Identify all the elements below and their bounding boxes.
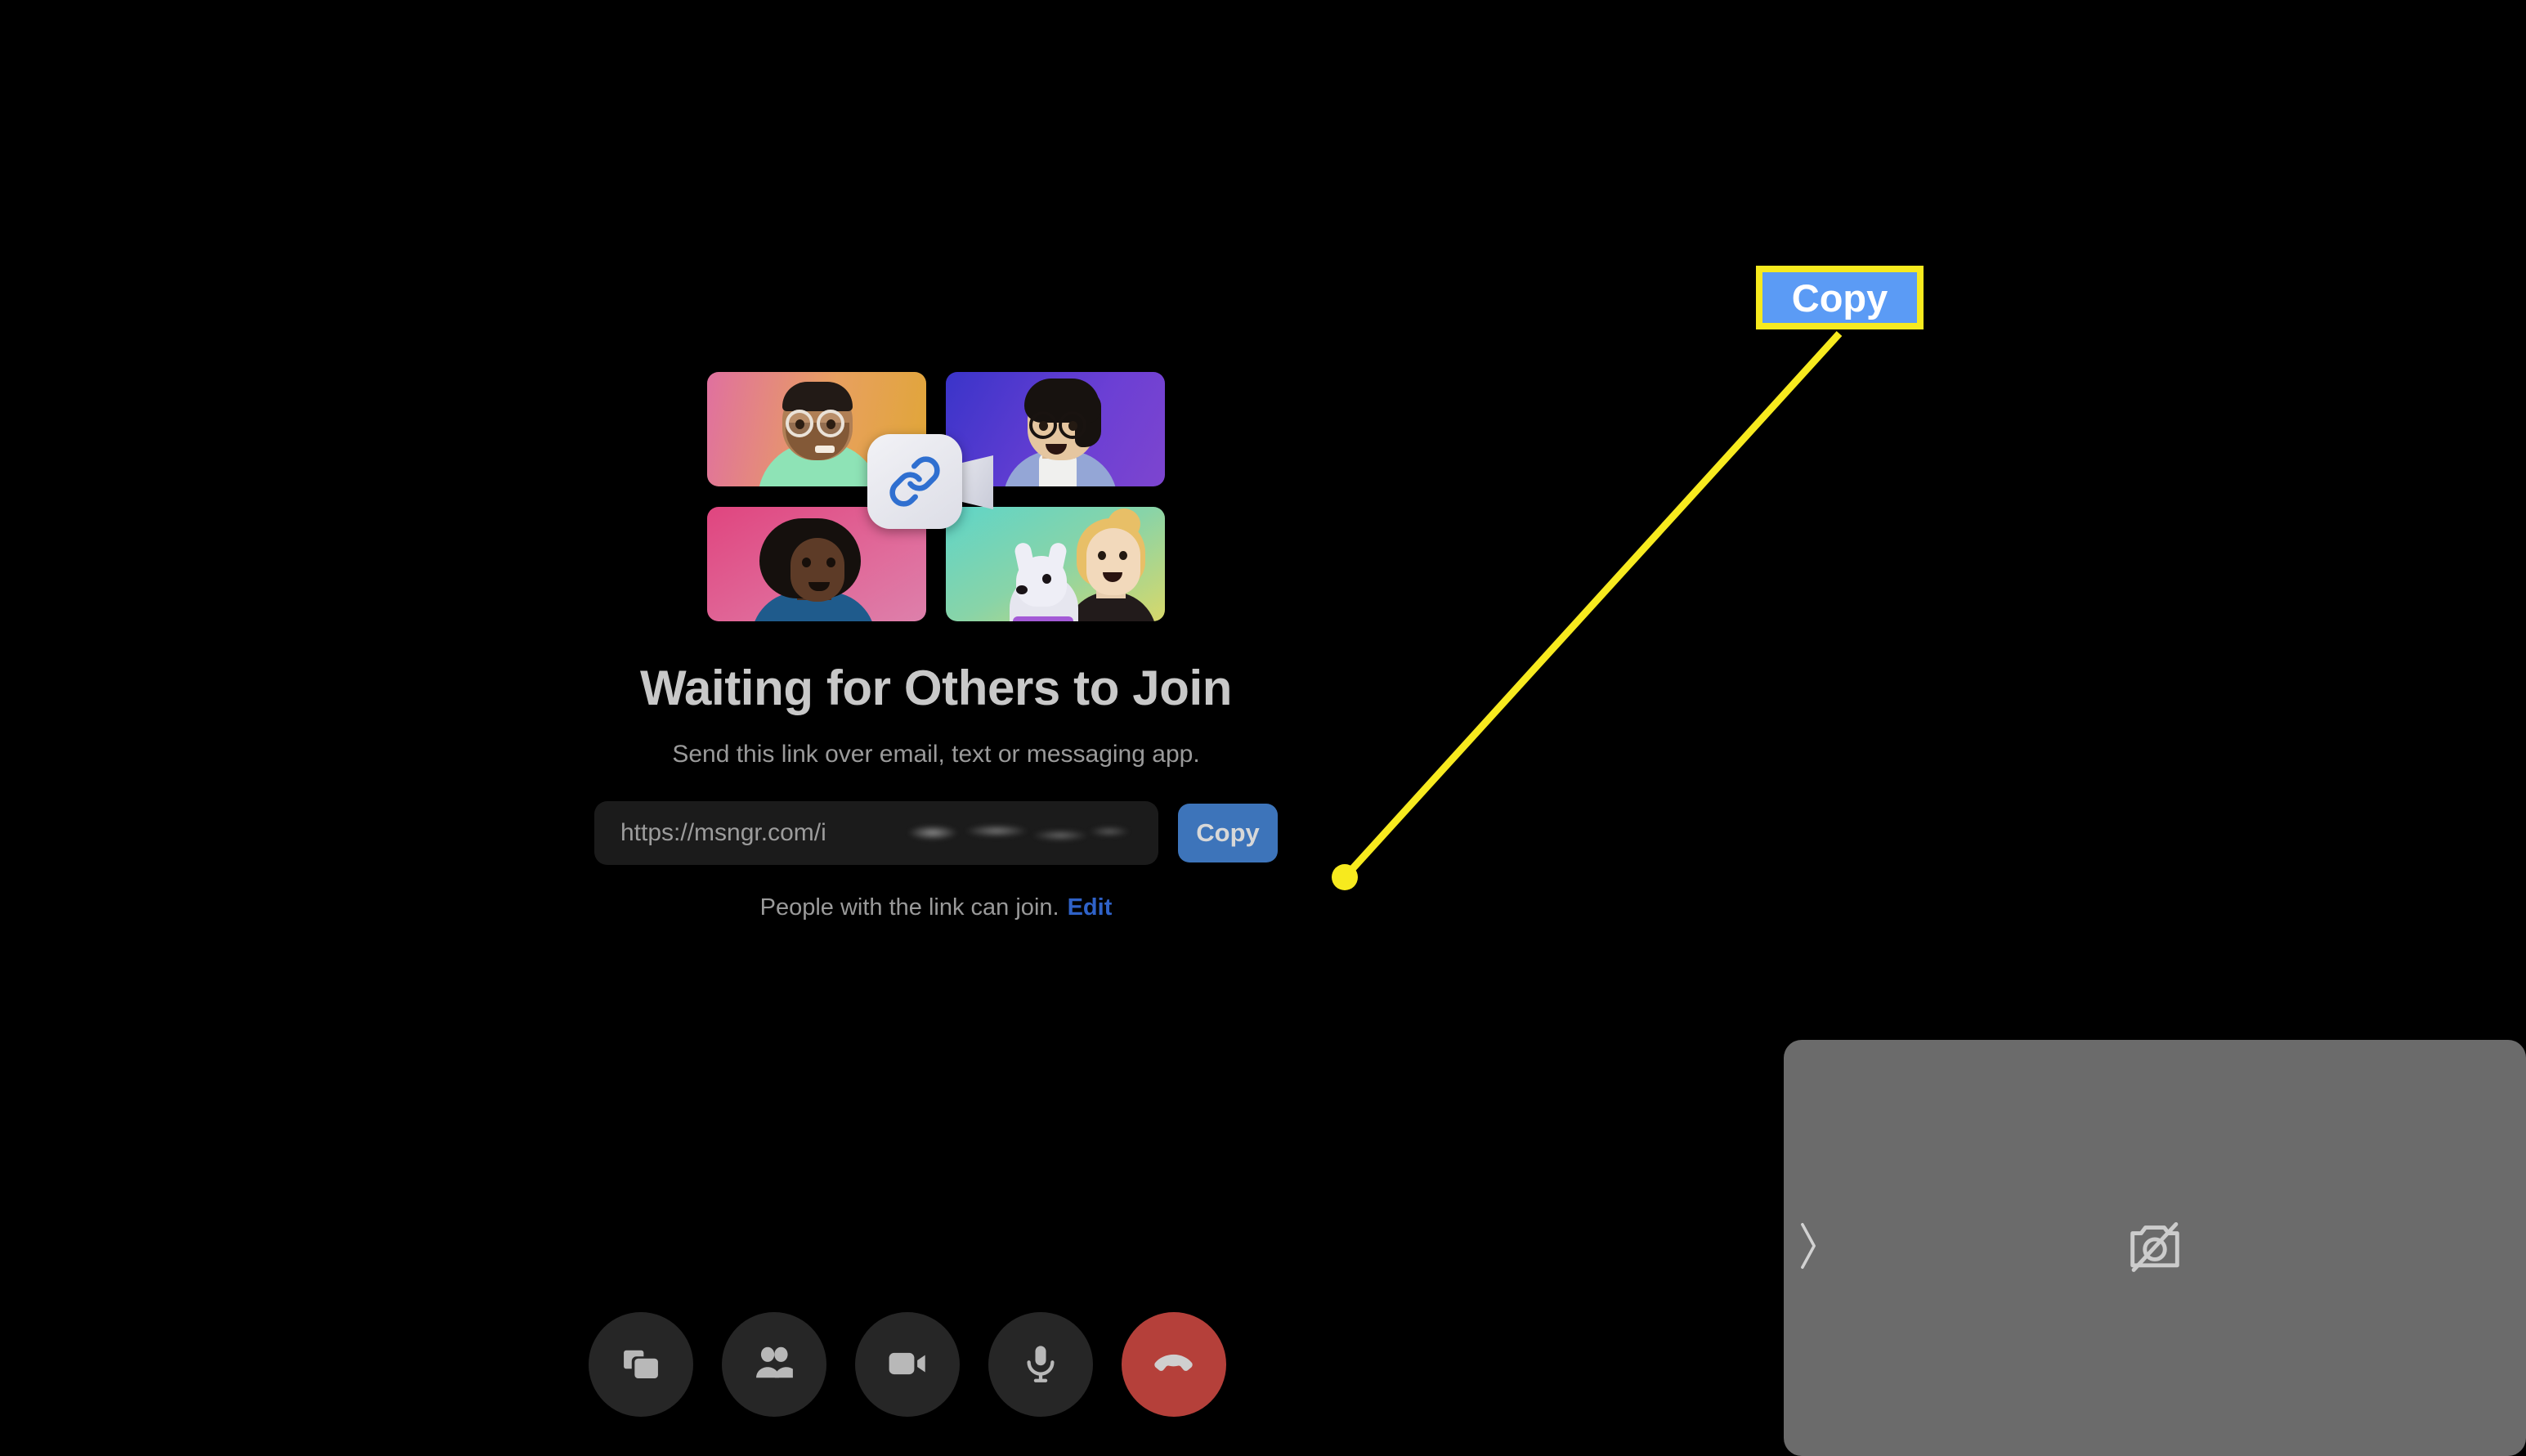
video-call-screen: Waiting for Others to Join Send this lin… [0, 0, 2526, 1456]
screen-share-icon [619, 1342, 663, 1388]
camera-off-icon [2121, 1212, 2189, 1284]
self-view-panel[interactable] [1784, 1040, 2526, 1456]
annotation-callout-copy: Copy [1756, 266, 1924, 329]
annotation-callout-label: Copy [1791, 276, 1888, 320]
share-link-row: Copy [594, 801, 1278, 865]
participants-button[interactable] [722, 1312, 826, 1417]
meeting-link-input[interactable] [594, 801, 1158, 865]
waiting-for-others-panel: Waiting for Others to Join Send this lin… [0, 372, 1872, 921]
video-camera-icon [885, 1341, 930, 1389]
link-permission-row: People with the link can join. Edit [760, 894, 1113, 921]
link-input-wrapper [594, 801, 1158, 865]
page-subtitle: Send this link over email, text or messa… [672, 741, 1200, 768]
people-icon [751, 1341, 797, 1389]
end-call-button[interactable] [1122, 1312, 1226, 1417]
phone-hangup-icon [1150, 1340, 1198, 1390]
edit-permission-link[interactable]: Edit [1068, 894, 1113, 921]
share-screen-button[interactable] [589, 1312, 693, 1417]
camera-button[interactable] [855, 1312, 960, 1417]
chevron-right-icon [1796, 1221, 1821, 1275]
copy-button[interactable]: Copy [1178, 804, 1278, 862]
illustration-tile-bottom-right [946, 507, 1165, 621]
page-title: Waiting for Others to Join [639, 661, 1232, 715]
self-view-collapse-handle[interactable] [1792, 1216, 1825, 1281]
call-controls-toolbar [589, 1312, 1226, 1417]
link-icon [867, 434, 962, 529]
microphone-icon [1019, 1342, 1063, 1388]
link-permission-text: People with the link can join. [759, 894, 1059, 921]
microphone-button[interactable] [988, 1312, 1093, 1417]
video-call-grid-illustration [707, 372, 1165, 622]
